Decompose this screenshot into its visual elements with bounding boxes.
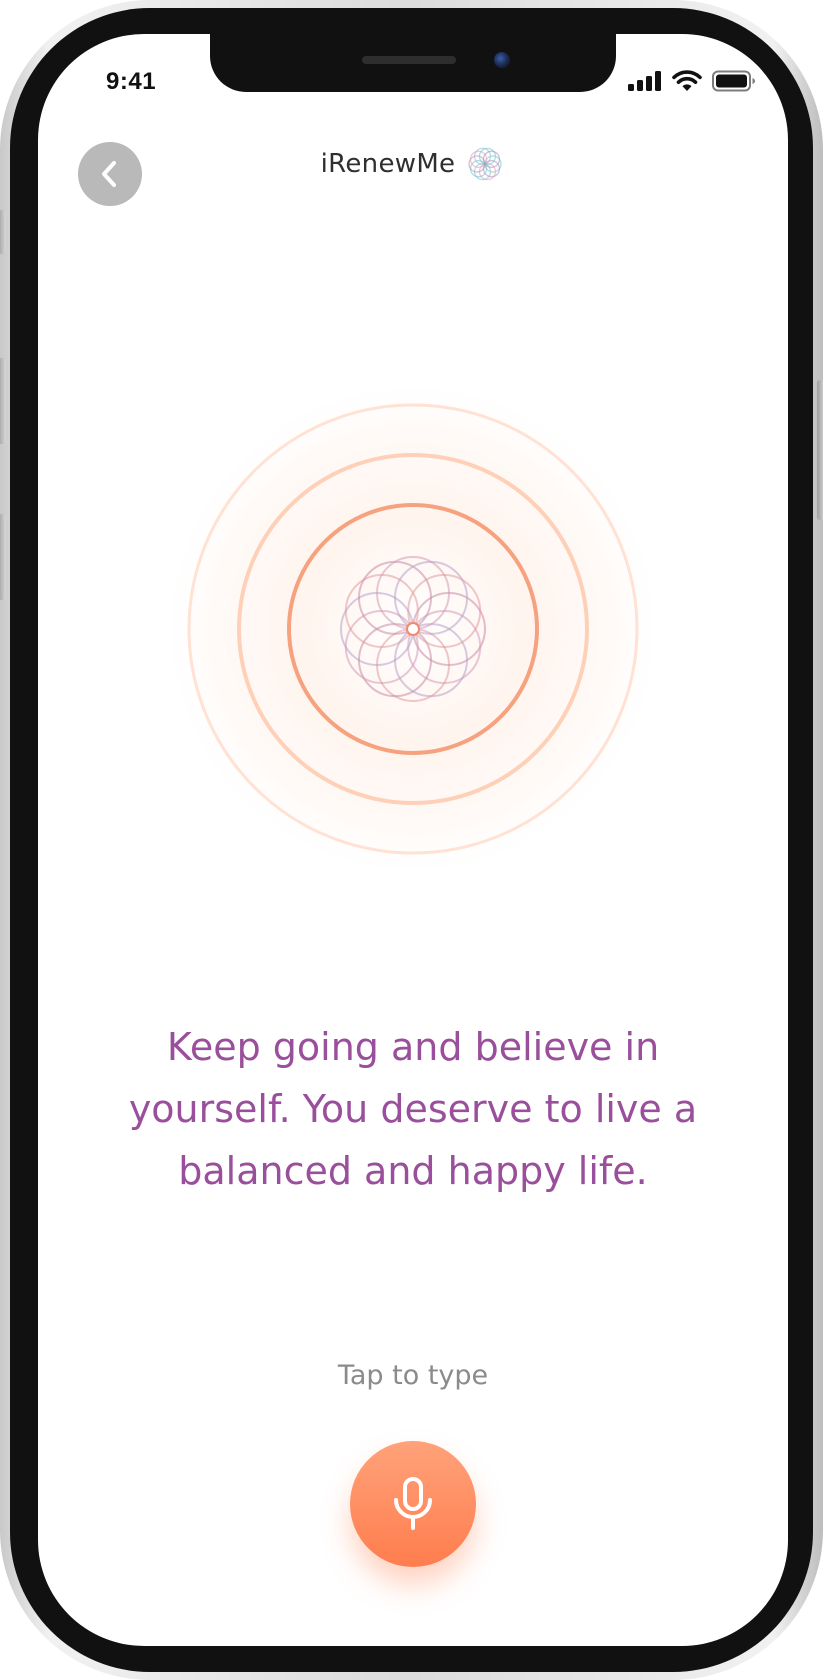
phone-device: 9:41 iRenewMe Keep going and believe in … [0, 0, 823, 1680]
earpiece-speaker [362, 56, 456, 64]
status-time: 9:41 [106, 68, 157, 95]
volume-up-button [0, 358, 6, 444]
tap-to-type-link[interactable]: Tap to type [38, 1360, 788, 1391]
affirmation-text: Keep going and believe in yourself. You … [128, 1025, 698, 1193]
notch [210, 34, 616, 92]
microphone-button[interactable] [350, 1441, 476, 1567]
power-button [817, 380, 823, 520]
app-screen: 9:41 iRenewMe Keep going and believe in … [38, 34, 788, 1646]
app-brand: iRenewMe [38, 144, 788, 184]
mandala-logo-icon [468, 147, 502, 181]
voice-pulse-visualizer [38, 364, 788, 894]
mute-switch [0, 210, 6, 254]
mandala-core [406, 622, 420, 636]
microphone-icon [394, 1477, 432, 1530]
front-camera [494, 52, 510, 68]
battery-icon [712, 70, 755, 92]
brand-name: iRenewMe [320, 149, 456, 179]
wifi-icon [672, 70, 702, 91]
cellular-signal-icon [628, 71, 661, 91]
pulse-rings [158, 374, 668, 884]
status-icons [628, 70, 756, 92]
volume-down-button [0, 514, 6, 600]
